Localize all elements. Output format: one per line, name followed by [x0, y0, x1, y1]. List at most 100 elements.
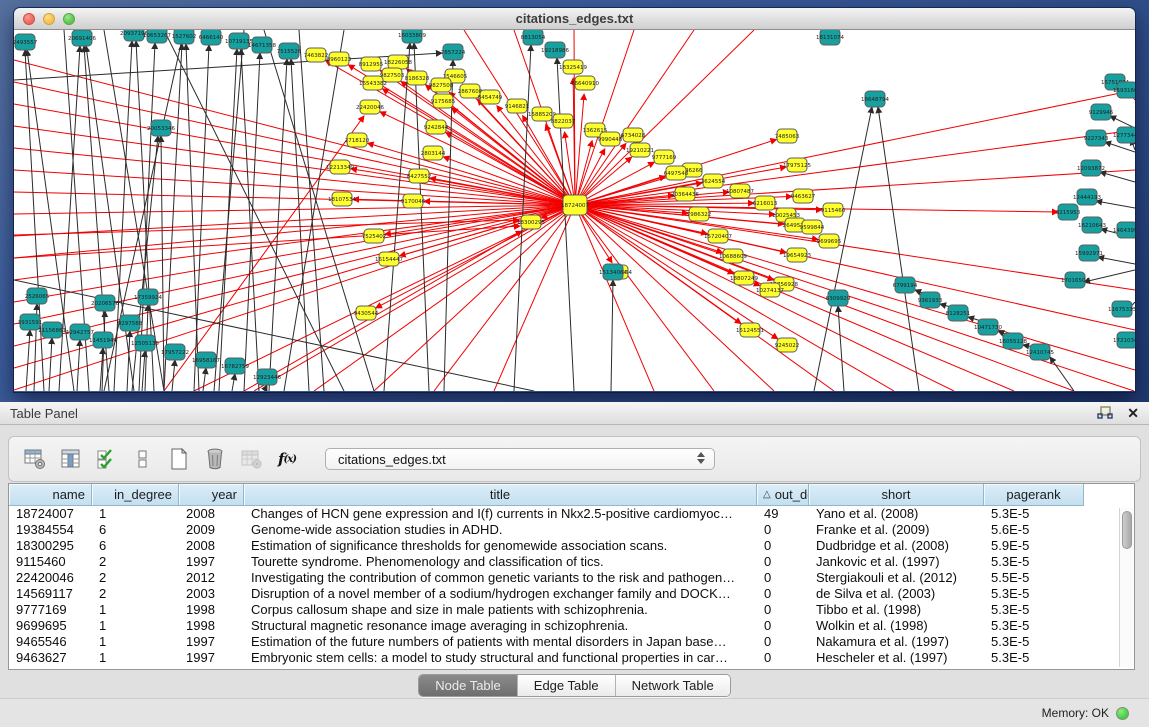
table-cell[interactable]: 5.3E-5: [984, 602, 1084, 618]
network-node[interactable]: 7515526: [277, 43, 302, 59]
tab-edge-table[interactable]: Edge Table: [517, 675, 615, 696]
table-cell[interactable]: 9699695: [9, 618, 92, 634]
table-cell[interactable]: Genome-wide association studies in ADHD.: [244, 522, 757, 538]
network-node[interactable]: 19210221: [626, 143, 654, 157]
network-node[interactable]: 8427552: [407, 169, 432, 183]
network-node[interactable]: 3215953: [1056, 204, 1081, 220]
network-node[interactable]: 9129946: [1089, 104, 1114, 120]
table-cell[interactable]: 1: [92, 602, 179, 618]
network-node[interactable]: 7485063: [775, 129, 800, 143]
network-node[interactable]: 12410745: [1026, 344, 1054, 360]
table-cell[interactable]: 1997: [179, 554, 244, 570]
network-node[interactable]: 14643955: [1113, 222, 1135, 238]
table-cell[interactable]: 0: [757, 586, 809, 602]
table-cell[interactable]: Investigating the contribution of common…: [244, 570, 757, 586]
network-node[interactable]: 2803144: [421, 146, 446, 160]
table-cell[interactable]: 9465546: [9, 634, 92, 650]
table-cell[interactable]: Corpus callosum shape and size in male p…: [244, 602, 757, 618]
network-node[interactable]: 7857224: [441, 44, 466, 60]
network-node[interactable]: 7463822: [304, 48, 329, 62]
new-table-icon[interactable]: [167, 447, 191, 471]
network-node[interactable]: 9170046: [401, 194, 426, 208]
network-node[interactable]: 12213349: [326, 160, 354, 174]
network-node[interactable]: 1527602: [172, 30, 197, 44]
network-node[interactable]: 7525402: [362, 229, 387, 243]
network-node[interactable]: 9245022: [775, 338, 800, 352]
network-node[interactable]: 16210643: [1078, 217, 1106, 233]
vertical-scrollbar[interactable]: [1119, 508, 1134, 667]
network-node[interactable]: 15992971: [1075, 245, 1103, 261]
table-cell[interactable]: Disruption of a novel member of a sodium…: [244, 586, 757, 602]
network-node[interactable]: 17016504: [1061, 272, 1089, 288]
tab-node-table[interactable]: Node Table: [419, 675, 517, 696]
delete-table-icon[interactable]: [239, 447, 263, 471]
network-node[interactable]: 9777169: [652, 150, 677, 164]
network-node[interactable]: 2526065: [25, 288, 50, 304]
network-window-titlebar[interactable]: citations_edges.txt: [14, 8, 1135, 30]
table-cell[interactable]: 1: [92, 650, 179, 666]
network-node[interactable]: 9827508: [429, 78, 454, 92]
table-cell[interactable]: 22420046: [9, 570, 92, 586]
network-node[interactable]: 12773444: [1113, 127, 1135, 143]
table-cell[interactable]: 5.9E-5: [984, 538, 1084, 554]
network-node[interactable]: 9146821: [505, 99, 530, 113]
table-cell[interactable]: 0: [757, 538, 809, 554]
network-node[interactable]: 14671358: [248, 37, 276, 53]
table-cell[interactable]: Nakamura et al. (1997): [809, 634, 984, 650]
table-cell[interactable]: Tourette syndrome. Phenomenology and cla…: [244, 554, 757, 570]
network-node[interactable]: 11675333: [1108, 301, 1135, 317]
table-cell[interactable]: 2008: [179, 538, 244, 554]
table-cell[interactable]: 0: [757, 618, 809, 634]
table-row[interactable]: 946362711997Embryonic stem cells: a mode…: [9, 650, 1119, 666]
table-cell[interactable]: Structural magnetic resonance image aver…: [244, 618, 757, 634]
table-cell[interactable]: 1: [92, 506, 179, 522]
table-cell[interactable]: Changes of HCN gene expression and I(f) …: [244, 506, 757, 522]
table-cell[interactable]: Estimation of significance thresholds fo…: [244, 538, 757, 554]
network-node[interactable]: 17975125: [783, 158, 811, 172]
network-node[interactable]: 8186328: [405, 71, 430, 85]
network-node[interactable]: 9599844: [800, 220, 825, 234]
network-node[interactable]: 17210341: [1113, 332, 1135, 348]
table-cell[interactable]: 9463627: [9, 650, 92, 666]
function-builder-icon[interactable]: f(x): [275, 447, 299, 471]
table-cell[interactable]: 9777169: [9, 602, 92, 618]
zoom-window-button[interactable]: [63, 13, 75, 25]
table-cell[interactable]: 0: [757, 570, 809, 586]
table-cell[interactable]: 2: [92, 586, 179, 602]
table-cell[interactable]: 2008: [179, 506, 244, 522]
network-node[interactable]: 9827503: [380, 68, 405, 82]
column-header-year[interactable]: year: [179, 484, 244, 506]
network-node[interactable]: 16640910: [571, 76, 599, 90]
table-row[interactable]: 969969511998Structural magnetic resonanc…: [9, 618, 1119, 634]
network-node[interactable]: 6497548: [664, 166, 689, 180]
network-node[interactable]: 20206576: [91, 295, 119, 311]
table-cell[interactable]: 0: [757, 602, 809, 618]
network-node[interactable]: 8813054: [521, 30, 546, 45]
network-node[interactable]: 20691406: [68, 30, 96, 46]
table-cell[interactable]: 5.3E-5: [984, 634, 1084, 650]
network-node[interactable]: 11156861: [38, 322, 66, 338]
network-node[interactable]: 16055128: [999, 333, 1027, 349]
network-node[interactable]: 16543382: [359, 76, 387, 90]
table-cell[interactable]: 19384554: [9, 522, 92, 538]
table-cell[interactable]: Tibbo et al. (1998): [809, 602, 984, 618]
network-node[interactable]: 20053346: [147, 120, 175, 136]
network-node[interactable]: 16033809: [398, 30, 426, 43]
table-row[interactable]: 1872400712008Changes of HCN gene express…: [9, 506, 1119, 522]
network-node[interactable]: 10653267: [143, 30, 171, 43]
table-cell[interactable]: 5.3E-5: [984, 586, 1084, 602]
network-node[interactable]: 3624554: [701, 174, 726, 188]
network-node[interactable]: 19654923: [783, 248, 811, 262]
table-settings-icon[interactable]: [23, 447, 47, 471]
column-header-name[interactable]: name: [9, 484, 92, 506]
table-cell[interactable]: Yano et al. (2008): [809, 506, 984, 522]
table-row[interactable]: 946554611997Estimation of the future num…: [9, 634, 1119, 650]
table-cell[interactable]: 1: [92, 618, 179, 634]
table-cell[interactable]: 2003: [179, 586, 244, 602]
network-node[interactable]: 8454749: [478, 90, 503, 104]
table-row[interactable]: 911546021997Tourette syndrome. Phenomeno…: [9, 554, 1119, 570]
network-node[interactable]: 16648794: [861, 91, 889, 107]
network-node[interactable]: 8960123: [327, 52, 352, 66]
delete-column-icon[interactable]: [203, 447, 227, 471]
network-node[interactable]: 17359924: [134, 289, 162, 305]
